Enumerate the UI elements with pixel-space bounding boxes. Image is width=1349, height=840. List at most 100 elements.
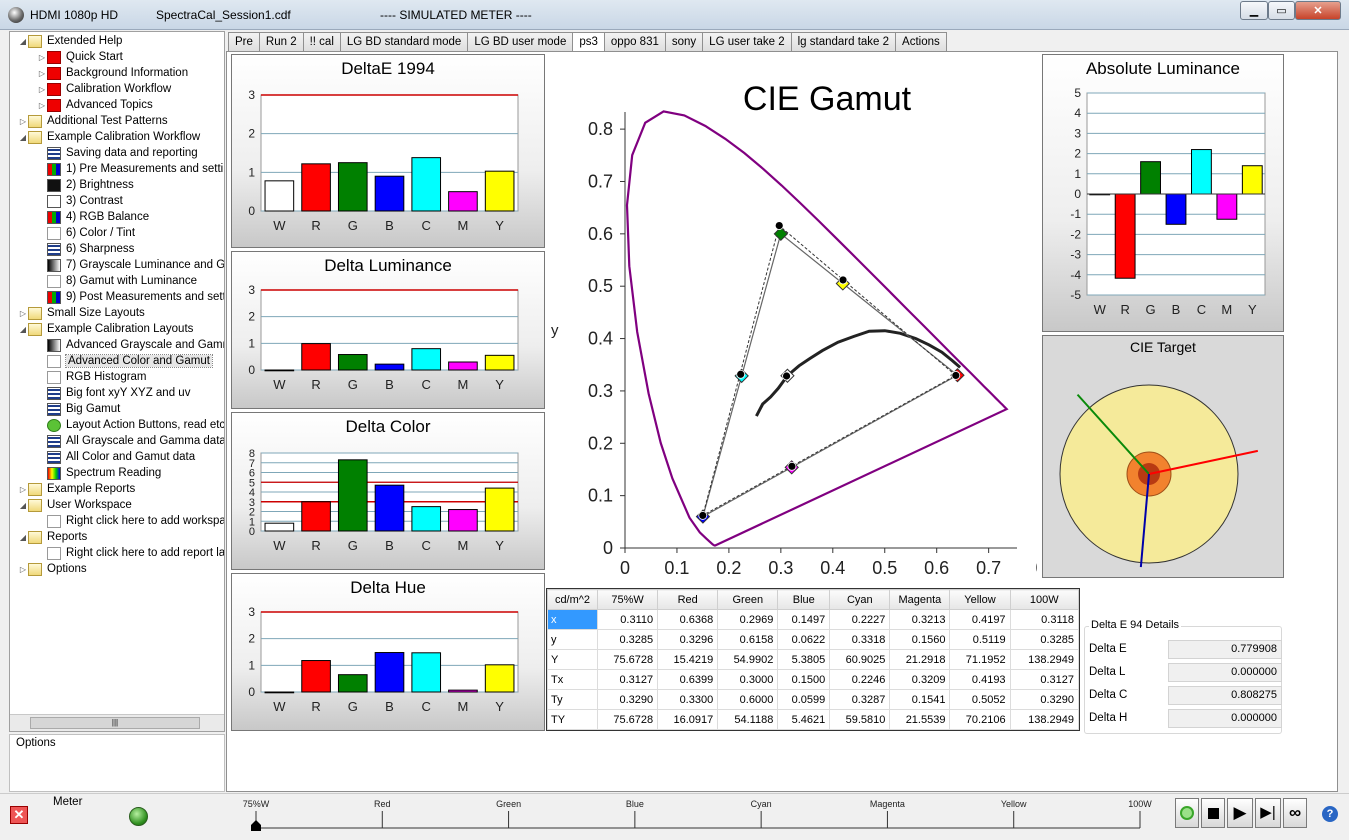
table-cell[interactable]: 0.3285 <box>596 629 659 650</box>
tree-item[interactable]: Spectrum Reading <box>37 465 161 481</box>
step-next-button[interactable]: ▶| <box>1255 798 1281 828</box>
collapsed-arrow-icon[interactable]: ▷ <box>37 69 47 78</box>
table-cell[interactable]: 70.2106 <box>949 709 1011 730</box>
table-cell[interactable]: 0.4193 <box>949 669 1011 690</box>
table-cell[interactable]: 0.6158 <box>717 629 779 650</box>
table-cell[interactable]: 0.3290 <box>596 689 659 710</box>
session-tab[interactable]: ps3 <box>572 32 604 52</box>
sequence-slider[interactable]: 75%W Red Green Blue Cyan Magenta Yellow 100W <box>240 794 1160 840</box>
tree-item[interactable]: All Color and Gamut data <box>37 449 195 465</box>
table-cell[interactable]: 15.4219 <box>657 649 719 670</box>
tree-item[interactable]: Right click here to add report lay <box>37 545 224 561</box>
table-cell[interactable]: 0.3118 <box>1009 609 1080 630</box>
session-tab[interactable]: !! cal <box>302 32 340 52</box>
tree-item[interactable]: 6) Sharpness <box>37 241 134 257</box>
row-label[interactable]: x <box>547 609 598 630</box>
table-cell[interactable]: 0.3127 <box>596 669 659 690</box>
tree-item[interactable]: ◢ Example Calibration Layouts <box>18 321 193 337</box>
tree-item[interactable]: ▷ Additional Test Patterns <box>18 113 168 129</box>
table-cell[interactable]: 0.2969 <box>717 609 779 630</box>
tree-item[interactable]: 6) Color / Tint <box>37 225 135 241</box>
table-cell[interactable]: 0.0599 <box>777 689 831 710</box>
tree-item[interactable]: ▷ Options <box>18 561 87 577</box>
table-cell[interactable]: 138.2949 <box>1009 709 1080 730</box>
tree-item[interactable]: 8) Gamut with Luminance <box>37 273 197 289</box>
session-tab[interactable]: Pre <box>228 32 259 52</box>
tree-item[interactable]: ▷ Example Reports <box>18 481 135 497</box>
session-tab[interactable]: Actions <box>895 32 947 52</box>
table-cell[interactable]: 71.1952 <box>949 649 1011 670</box>
collapsed-arrow-icon[interactable]: ▷ <box>37 101 47 110</box>
minimize-button[interactable]: ▁ <box>1240 1 1268 20</box>
help-icon[interactable]: ? <box>1322 806 1338 822</box>
maximize-button[interactable]: ▭ <box>1268 1 1295 20</box>
expanded-arrow-icon[interactable]: ◢ <box>18 533 28 542</box>
sequence-slider-thumb[interactable] <box>251 820 261 831</box>
row-label[interactable]: y <box>547 629 598 650</box>
table-cell[interactable]: 0.6399 <box>657 669 719 690</box>
close-layout-icon[interactable]: ✕ <box>10 806 28 824</box>
table-cell[interactable]: 0.3000 <box>717 669 779 690</box>
table-cell[interactable]: 59.5810 <box>829 709 891 730</box>
table-cell[interactable]: 0.3213 <box>889 609 951 630</box>
tree-horizontal-scrollbar[interactable]: ||| <box>10 714 224 731</box>
close-window-button[interactable]: ✕ <box>1295 1 1341 20</box>
layout-tree[interactable]: ◢ Extended Help ▷ Quick Start ▷ Background In… <box>9 31 225 732</box>
table-cell[interactable]: 0.1541 <box>889 689 951 710</box>
table-cell[interactable]: 0.0622 <box>777 629 831 650</box>
tree-item[interactable]: ◢ Reports <box>18 529 87 545</box>
collapsed-arrow-icon[interactable]: ▷ <box>18 117 28 126</box>
collapsed-arrow-icon[interactable]: ▷ <box>18 565 28 574</box>
table-cell[interactable]: 54.1188 <box>717 709 779 730</box>
tree-item[interactable]: ◢ Example Calibration Workflow <box>18 129 200 145</box>
tree-item[interactable]: Advanced Grayscale and Gamm <box>37 337 224 353</box>
tree-item[interactable]: 9) Post Measurements and settir <box>37 289 224 305</box>
row-label[interactable]: Y <box>547 649 598 670</box>
table-cell[interactable]: 0.3110 <box>596 609 659 630</box>
table-cell[interactable]: 5.3805 <box>777 649 831 670</box>
tree-item[interactable]: 4) RGB Balance <box>37 209 149 225</box>
table-cell[interactable]: 138.2949 <box>1009 649 1080 670</box>
expanded-arrow-icon[interactable]: ◢ <box>18 501 28 510</box>
table-cell[interactable]: 0.3209 <box>889 669 951 690</box>
collapsed-arrow-icon[interactable]: ▷ <box>37 85 47 94</box>
table-cell[interactable]: 0.6000 <box>717 689 779 710</box>
row-label[interactable]: Tx <box>547 669 598 690</box>
session-tab[interactable]: LG BD standard mode <box>339 32 468 52</box>
tree-item[interactable]: ▷ Advanced Topics <box>37 97 153 113</box>
tree-item[interactable]: Right click here to add workspac <box>37 513 224 529</box>
table-cell[interactable]: 0.3287 <box>829 689 891 710</box>
table-cell[interactable]: 0.5052 <box>949 689 1011 710</box>
tree-item[interactable]: ▷ Small Size Layouts <box>18 305 145 321</box>
table-cell[interactable]: 16.0917 <box>657 709 719 730</box>
session-tab[interactable]: lg standard take 2 <box>790 32 896 52</box>
tree-item[interactable]: Saving data and reporting <box>37 145 198 161</box>
table-cell[interactable]: 0.2246 <box>829 669 891 690</box>
tree-item[interactable]: Big Gamut <box>37 401 120 417</box>
table-cell[interactable]: 0.3127 <box>1009 669 1080 690</box>
table-cell[interactable]: 21.2918 <box>889 649 951 670</box>
tree-item[interactable]: RGB Histogram <box>37 369 147 385</box>
tree-item[interactable]: ▷ Background Information <box>37 65 188 81</box>
table-cell[interactable]: 0.5119 <box>949 629 1011 650</box>
expanded-arrow-icon[interactable]: ◢ <box>18 325 28 334</box>
table-cell[interactable]: 0.3285 <box>1009 629 1080 650</box>
session-tab[interactable]: LG user take 2 <box>702 32 791 52</box>
row-label[interactable]: Ty <box>547 689 598 710</box>
collapsed-arrow-icon[interactable]: ▷ <box>18 309 28 318</box>
tree-item[interactable]: 1) Pre Measurements and setting <box>37 161 224 177</box>
table-cell[interactable]: 0.3296 <box>657 629 719 650</box>
session-tab[interactable]: LG BD user mode <box>467 32 573 52</box>
table-cell[interactable]: 0.1497 <box>777 609 831 630</box>
loop-button[interactable]: ∞ <box>1283 798 1307 828</box>
stop-button[interactable] <box>1201 798 1225 828</box>
continuous-read-button[interactable] <box>1175 798 1199 828</box>
tree-item[interactable]: 2) Brightness <box>37 177 134 193</box>
tree-item[interactable]: Layout Action Buttons, read etc. <box>37 417 224 433</box>
table-cell[interactable]: 0.3290 <box>1009 689 1080 710</box>
table-cell[interactable]: 21.5539 <box>889 709 951 730</box>
table-cell[interactable]: 0.1560 <box>889 629 951 650</box>
table-cell[interactable]: 0.3318 <box>829 629 891 650</box>
tree-item[interactable]: ◢ Extended Help <box>18 33 122 49</box>
tree-item[interactable]: ◢ User Workspace <box>18 497 132 513</box>
